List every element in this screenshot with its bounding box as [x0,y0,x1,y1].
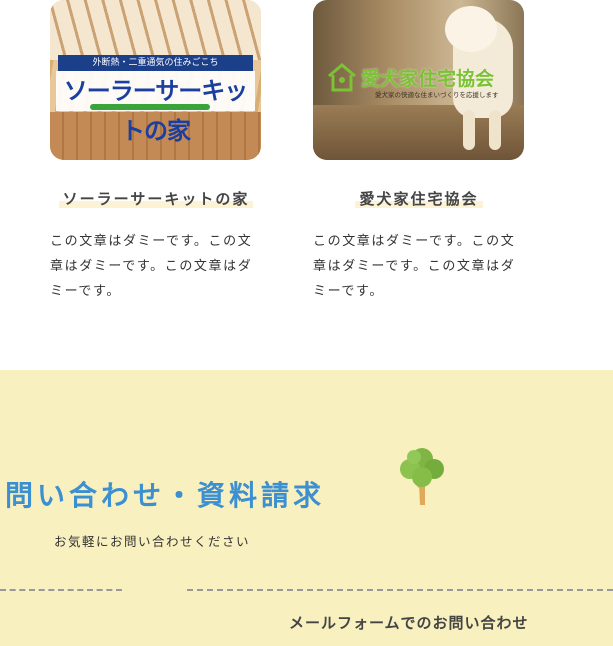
contact-section: 問い合わせ・資料請求 お気軽にお問い合わせください メールフォームでのお問い合わ… [0,370,613,646]
solar-circuit-band-text: 外断熱・二重通気の住みごこち [58,55,253,71]
card-description: この文章はダミーです。この文章はダミーです。この文章はダミーです。 [313,234,516,299]
house-dog-icon [328,63,356,92]
card-description: この文章はダミーです。この文章はダミーです。この文章はダミーです。 [50,234,253,299]
contact-heading: 問い合わせ・資料請求 [5,479,326,512]
card-title[interactable]: 愛犬家住宅協会 [313,188,525,209]
card-solar-circuit[interactable]: 外断熱・二重通気の住みごこち ソーラーサーキットの家 ソーラーサーキットの家 こ… [50,0,262,304]
association-logo-subtitle: 愛犬家の快適な住まいづくりを応援します [375,91,499,99]
dog-lover-housing-image[interactable]: 愛犬家住宅協会 愛犬家の快適な住まいづくりを応援します [313,0,524,160]
swoosh-decoration [90,104,210,110]
dashed-divider [0,589,122,591]
contact-subtext: お気軽にお問い合わせください [54,534,251,549]
dashed-divider [187,589,613,591]
solar-circuit-image[interactable]: 外断熱・二重通気の住みごこち ソーラーサーキットの家 [50,0,261,160]
tree-icon [400,448,444,505]
mail-form-link[interactable]: メールフォームでのお問い合わせ [289,612,529,633]
association-logo-title: 愛犬家住宅協会 [361,68,495,90]
card-dog-lover-housing[interactable]: 愛犬家住宅協会 愛犬家の快適な住まいづくりを応援します 愛犬家住宅協会 この文章… [313,0,525,304]
card-title[interactable]: ソーラーサーキットの家 [50,188,262,209]
